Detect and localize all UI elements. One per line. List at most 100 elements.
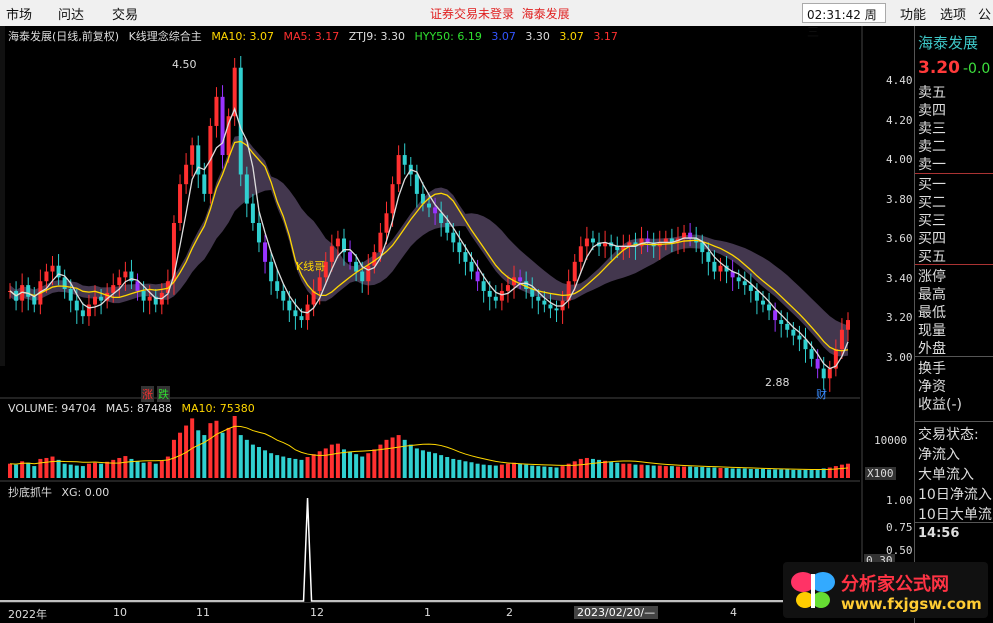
volume-bar (724, 467, 729, 478)
quote-row-label: 买四 (918, 231, 946, 247)
volume-bar (584, 457, 589, 478)
volume-bar (269, 453, 274, 478)
kline-chart[interactable]: 海泰发展(日线,前复权) K线理念综合主 MA10: 3.07 MA5: 3.1… (0, 26, 913, 606)
extra-value-2: 3.30 (525, 30, 550, 43)
volume-bar (505, 463, 510, 478)
candle-body (366, 265, 371, 282)
menu-function[interactable]: 功能 (900, 4, 926, 23)
candle-body (584, 238, 589, 247)
volume-bar (414, 448, 419, 478)
volume-bar (105, 461, 110, 478)
volume-bar (833, 466, 838, 478)
menu-options[interactable]: 选项 (940, 4, 966, 23)
candle-body (178, 184, 183, 223)
candle-body (99, 296, 104, 301)
volume-bar (451, 458, 456, 478)
price-axis-label: 4.00 (886, 153, 913, 166)
volume-bar (74, 465, 79, 478)
candle-body (779, 320, 784, 324)
candle-body (791, 329, 796, 336)
volume-bar (773, 469, 778, 478)
volume-bar (372, 449, 377, 478)
up-label: 涨 (141, 386, 154, 402)
date-label: 11 (196, 606, 210, 619)
candle-body (809, 349, 814, 359)
indicator-title: 抄底抓牛 (8, 486, 52, 499)
volume-bar (493, 465, 498, 478)
chart-canvas[interactable] (0, 26, 863, 606)
date-label: 12 (310, 606, 324, 619)
volume-bar (736, 468, 741, 478)
ma-cloud (10, 135, 848, 357)
date-label: 1 (424, 606, 431, 619)
extra-value-4: 3.17 (593, 30, 618, 43)
volume-bar (244, 439, 249, 478)
volume-bar (384, 439, 389, 478)
volume-bar (86, 463, 91, 478)
volume-bar (275, 455, 280, 478)
volume-bar (420, 450, 425, 478)
candle-body (141, 290, 146, 301)
candle-body (32, 296, 37, 305)
menu-more[interactable]: 公 (978, 4, 991, 23)
candle-body (827, 368, 832, 379)
volume-bar (475, 463, 480, 478)
volume-bar (68, 464, 73, 478)
volume-bar (299, 459, 304, 478)
candle-body (281, 290, 286, 301)
volume-bar (311, 454, 316, 478)
volume-bar (80, 466, 85, 478)
candle-body (74, 300, 79, 311)
quote-row-label: 买一 (918, 177, 946, 193)
quote-divider (915, 173, 993, 174)
quote-stock-name[interactable]: 海泰发展 (918, 32, 978, 53)
candle-body (451, 232, 456, 243)
volume-bar (682, 466, 687, 478)
menu-wenda[interactable]: 问达 (58, 4, 84, 23)
quote-change: -0.0 (963, 61, 991, 77)
candle-body (317, 277, 322, 291)
volume-bar (742, 468, 747, 478)
volume-bar (50, 456, 55, 478)
volume-bar (93, 462, 98, 478)
volume-bar (390, 437, 395, 478)
candle-body (433, 207, 438, 214)
volume-bar (730, 468, 735, 478)
quote-row-label: 外盘 (918, 341, 946, 357)
candle-body (26, 285, 31, 297)
candle-body (202, 174, 207, 194)
candle-body (518, 277, 523, 282)
volume-bar (99, 463, 104, 478)
volume-bar (627, 463, 632, 478)
candle-body (250, 203, 255, 223)
quote-row-label: 最低 (918, 305, 946, 321)
candle-body (736, 277, 741, 282)
date-axis[interactable]: 2022年 10 11 12 1 2 2023/02/20/— 4 (0, 602, 863, 623)
volume-bar (554, 467, 559, 478)
volume-legend: VOLUME: 94704 MA5: 87488 MA10: 75380 (8, 402, 261, 415)
login-status[interactable]: 证券交易未登录 海泰发展 (430, 5, 570, 22)
candle-body (548, 304, 553, 309)
top-menu-bar: 市场 问达 交易 证券交易未登录 海泰发展 02:31:42 周三 功能 选项 … (0, 0, 993, 39)
volume-bar (250, 444, 255, 478)
candle-body (639, 238, 644, 247)
menu-market[interactable]: 市场 (6, 4, 32, 23)
date-label: 2022年 (8, 608, 47, 621)
candle-body (542, 300, 547, 305)
ztj9-value: ZTJ9: 3.30 (348, 30, 405, 43)
volume-bar (366, 453, 371, 478)
volume-bar (530, 465, 535, 478)
volume-bar (657, 465, 662, 478)
candle-body (275, 281, 280, 291)
candle-body (396, 155, 401, 185)
price-axis-label: 3.80 (886, 192, 913, 206)
logo-url: www.fxjgsw.com (841, 595, 982, 613)
trade-status-text: 证券交易未登录 (430, 7, 515, 21)
volume-bar (815, 469, 820, 478)
volume-bar (791, 469, 796, 478)
candle-body (748, 285, 753, 291)
candle-body (718, 265, 723, 272)
volume-bar (536, 466, 541, 478)
indicator-name[interactable]: K线理念综合主 (129, 30, 202, 43)
menu-trade[interactable]: 交易 (112, 4, 138, 23)
